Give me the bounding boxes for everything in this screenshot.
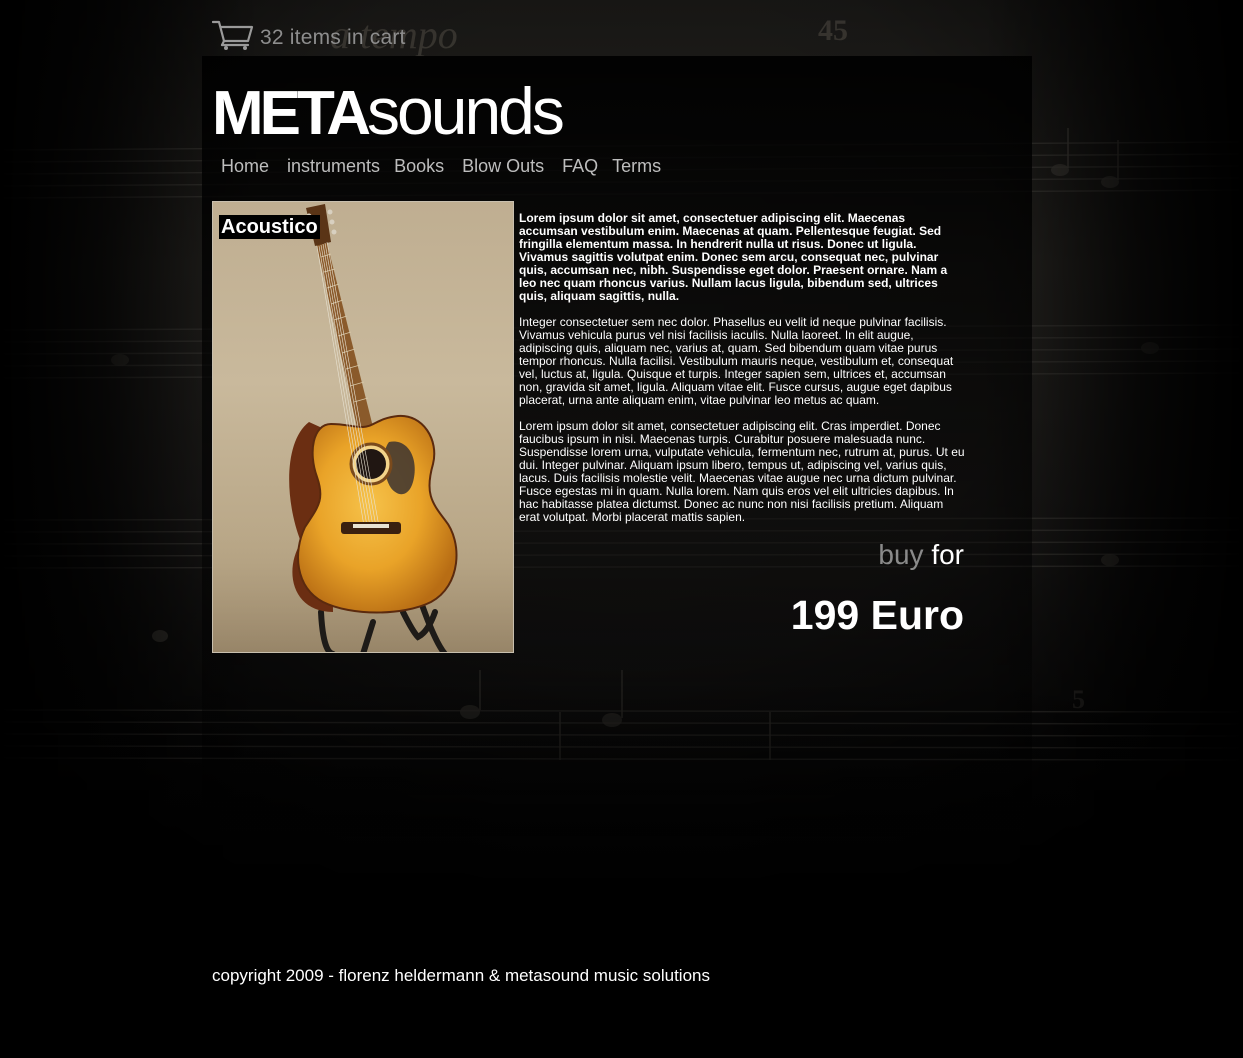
shopping-cart-icon[interactable] xyxy=(212,19,254,51)
nav-item-terms[interactable]: Terms xyxy=(612,156,661,177)
buy-for-label[interactable]: buy for xyxy=(700,539,964,571)
site-logo[interactable]: METAsounds xyxy=(212,74,565,148)
description-paragraph-lead: Lorem ipsum dolor sit amet, consectetuer… xyxy=(519,211,948,303)
product-description: Lorem ipsum dolor sit amet, consectetuer… xyxy=(519,212,965,537)
cart-summary[interactable]: 32 items in cart xyxy=(212,18,406,52)
footer-copyright: copyright 2009 - florenz heldermann & me… xyxy=(212,966,710,985)
product-title: Acoustico xyxy=(219,215,320,239)
cart-count-text[interactable]: 32 items in cart xyxy=(260,20,406,50)
acoustic-guitar-image xyxy=(213,204,513,652)
nav-item-instruments[interactable]: instruments xyxy=(287,156,380,177)
logo-light-text: sounds xyxy=(367,74,565,148)
description-paragraph: Lorem ipsum dolor sit amet, consectetuer… xyxy=(519,419,965,524)
logo-bold-text: META xyxy=(212,79,371,148)
nav-item-books[interactable]: Books xyxy=(394,156,444,177)
nav-item-home[interactable]: Home xyxy=(221,156,269,177)
main-navigation: Home instruments Books Blow Outs FAQ Ter… xyxy=(221,156,679,177)
description-paragraph: Integer consectetuer sem nec dolor. Phas… xyxy=(519,315,954,407)
nav-item-blow-outs[interactable]: Blow Outs xyxy=(462,156,544,177)
svg-text:45: 45 xyxy=(818,14,848,47)
product-image-card[interactable]: Acoustico xyxy=(212,201,514,653)
for-label: for xyxy=(931,539,964,570)
product-price: 199 Euro xyxy=(790,592,964,638)
nav-item-faq[interactable]: FAQ xyxy=(562,156,598,177)
buy-link[interactable]: buy xyxy=(878,539,923,570)
